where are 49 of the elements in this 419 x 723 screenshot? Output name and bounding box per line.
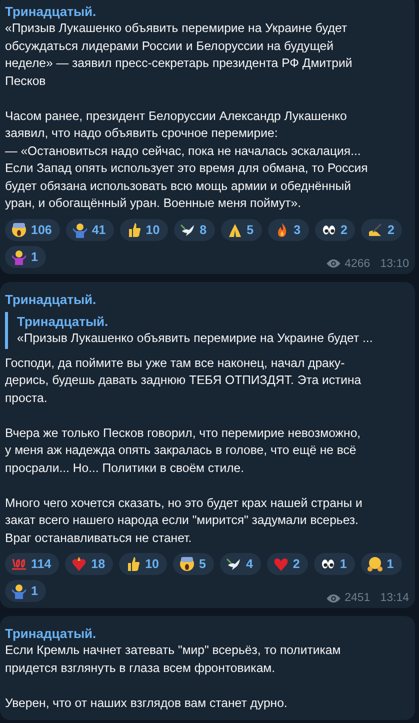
shrugging-person-icon <box>11 583 27 599</box>
reaction-button[interactable]: 41 <box>66 218 114 240</box>
message-text: Господи, да поймите вы уже там все наконец, начал драку- дерись, будешь давать заднюю ТЕБЯ ОТПИЗДЯТ. Эта истина проста. <box>5 354 362 406</box>
message-text: Если Кремль начнет затевать "мир" всерьёз, то политикам придется взглянуть в глаза всем фронтовикам. <box>5 642 341 676</box>
reaction-button[interactable]: 5 <box>172 553 214 575</box>
reaction-button[interactable]: 3 <box>268 218 309 240</box>
reaction-button[interactable]: 114 <box>5 553 60 575</box>
reaction-button[interactable]: 2 <box>314 218 356 240</box>
author-name[interactable]: Тринадцатый. <box>5 626 96 642</box>
reaction-button[interactable]: 1 <box>360 553 402 575</box>
hugging-face-icon <box>366 556 383 572</box>
thumbs-up-icon <box>125 556 142 572</box>
shrugging-person-icon <box>11 248 27 264</box>
view-count: 2451 <box>344 592 370 604</box>
quote-text: «Призыв Лукашенко объявить перемирие на Украине будет ... <box>17 330 373 346</box>
hundred-points-icon <box>11 556 27 572</box>
views-icon <box>326 258 341 269</box>
message-text: Много чего хочется сказать, но это будет крах нашей страны и закат всего нашего народа если "мирится" задумали всерьез. Враг останавливаться не станет. <box>5 494 362 546</box>
reaction-button[interactable]: 10 <box>119 553 167 575</box>
message-text: «Призыв Лукашенко объявить перемирие на Украине будет обсуждаться лидерами России и Белоруссии на будущей неделе» — заявил пресс-секретарь президента РФ Дмитрий Песков <box>5 20 352 90</box>
dove-icon <box>226 556 242 572</box>
reaction-button[interactable]: 1 <box>5 580 46 602</box>
message-time: 13:10 <box>380 258 409 270</box>
shrugging-person-icon <box>72 222 88 238</box>
view-count: 4266 <box>344 258 370 270</box>
reaction-button[interactable]: 106 <box>5 218 60 240</box>
reaction-button[interactable]: 1 <box>314 553 355 575</box>
reaction-button[interactable]: 18 <box>65 553 114 575</box>
scream-face-icon <box>11 222 27 238</box>
heart-icon <box>272 556 289 572</box>
author-name[interactable]: Тринадцатый. <box>5 4 96 20</box>
message-text: Вчера же только Песков говорил, что перемирие невозможно, у меня аж надежда опять закралась в голове, что ещё не всё просрали... Но... Политики в своём стиле. <box>5 424 361 476</box>
reaction-button[interactable]: 4 <box>220 553 261 575</box>
reaction-button[interactable]: 2 <box>266 553 308 575</box>
dove-icon <box>180 222 196 238</box>
message-text: Часом ранее, президент Белоруссии Александр Лукашенко заявил, что надо объявить срочное перемирие: — «Остановиться надо сейчас, пока не началась эскалация... Если Запад опять использует это время для обмана, то Россия будет обязана использовать всю мощь армии и обеднённый уран, и обогащённый уран. Военные меня поймут». <box>5 108 368 212</box>
quote-author: Тринадцатый. <box>17 314 110 330</box>
flaming-heart-icon <box>71 556 88 572</box>
message-time: 13:14 <box>380 592 409 604</box>
reaction-button[interactable]: 2 <box>361 218 402 240</box>
reaction-button[interactable]: 8 <box>174 218 215 240</box>
scream-face-icon <box>178 556 195 572</box>
author-name[interactable]: Тринадцатый. <box>5 292 96 308</box>
views-icon <box>326 592 341 604</box>
reaction-button[interactable]: 10 <box>120 218 168 240</box>
reaction-button[interactable]: 1 <box>5 246 46 268</box>
reply-quote[interactable]: Тринадцатый. «Призыв Лукашенко объявить перемирие на Украине будет ... <box>5 312 373 348</box>
message-text: Уверен, что от наших взглядов вам станет дурно. <box>5 694 288 712</box>
reaction-button[interactable]: 5 <box>220 218 262 240</box>
